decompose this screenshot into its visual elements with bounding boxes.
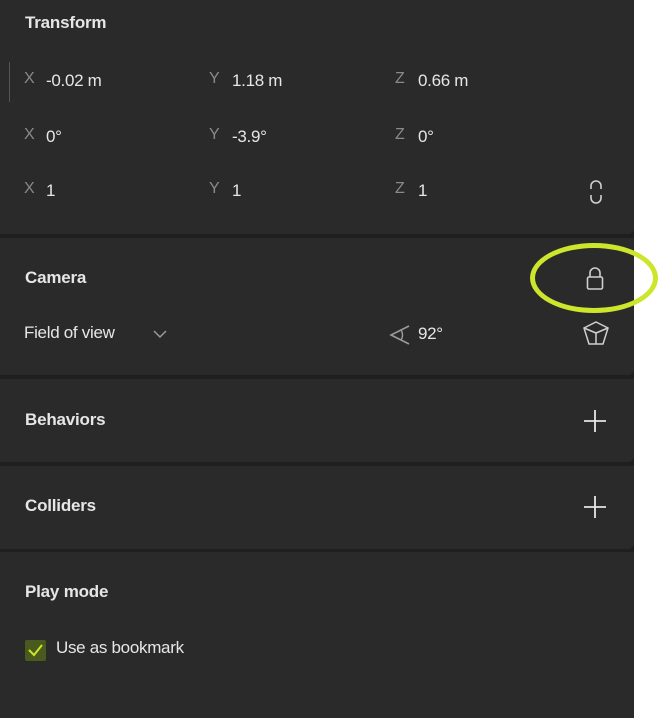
link-toggle-icon[interactable] xyxy=(587,179,605,205)
rotation-y-label: Y xyxy=(209,126,220,143)
behaviors-title: Behaviors xyxy=(25,410,106,429)
rotation-x-field[interactable]: 0° xyxy=(46,127,62,147)
scale-x-label: X xyxy=(24,180,35,197)
play-mode-section: Play mode xyxy=(0,552,634,718)
scale-x-field[interactable]: 1 xyxy=(46,181,55,201)
position-row-indicator xyxy=(9,62,10,102)
rotation-z-field[interactable]: 0° xyxy=(418,127,434,147)
play-mode-title: Play mode xyxy=(25,582,109,601)
add-collider-plus-icon[interactable] xyxy=(583,495,607,519)
fov-label: Field of view xyxy=(24,323,115,342)
scale-y-label: Y xyxy=(209,180,220,197)
rotation-y-field[interactable]: -3.9° xyxy=(232,127,267,147)
properties-panel: Transform X -0.02 m Y 1.18 m Z 0.66 m X … xyxy=(0,0,634,718)
scale-z-label: Z xyxy=(395,180,405,197)
colliders-title: Colliders xyxy=(25,496,96,515)
use-as-bookmark-checkbox[interactable] xyxy=(25,640,46,661)
position-y-field[interactable]: 1.18 m xyxy=(232,71,282,91)
angle-icon xyxy=(389,325,410,345)
fov-value[interactable]: 92° xyxy=(418,324,443,344)
camera-section: Camera Field of view 92° xyxy=(0,238,634,375)
chevron-down-icon xyxy=(153,330,167,339)
colliders-section: Colliders xyxy=(0,466,634,549)
lock-icon[interactable] xyxy=(585,266,605,292)
position-x-label: X xyxy=(24,70,35,87)
rotation-z-label: Z xyxy=(395,126,405,143)
transform-title: Transform xyxy=(25,13,107,32)
cube-icon[interactable] xyxy=(581,320,611,348)
position-y-label: Y xyxy=(209,70,220,87)
rotation-x-label: X xyxy=(24,126,35,143)
use-as-bookmark-label[interactable]: Use as bookmark xyxy=(56,638,184,658)
position-z-field[interactable]: 0.66 m xyxy=(418,71,468,91)
camera-title: Camera xyxy=(25,268,87,287)
scale-z-field[interactable]: 1 xyxy=(418,181,427,201)
checkmark-icon xyxy=(28,644,43,657)
behaviors-section: Behaviors xyxy=(0,379,634,462)
fov-dropdown[interactable]: Field of view xyxy=(24,322,174,346)
position-z-label: Z xyxy=(395,70,405,87)
add-behavior-plus-icon[interactable] xyxy=(583,409,607,433)
scale-y-field[interactable]: 1 xyxy=(232,181,241,201)
position-x-field[interactable]: -0.02 m xyxy=(46,71,102,91)
transform-section: Transform X -0.02 m Y 1.18 m Z 0.66 m X … xyxy=(0,0,634,234)
